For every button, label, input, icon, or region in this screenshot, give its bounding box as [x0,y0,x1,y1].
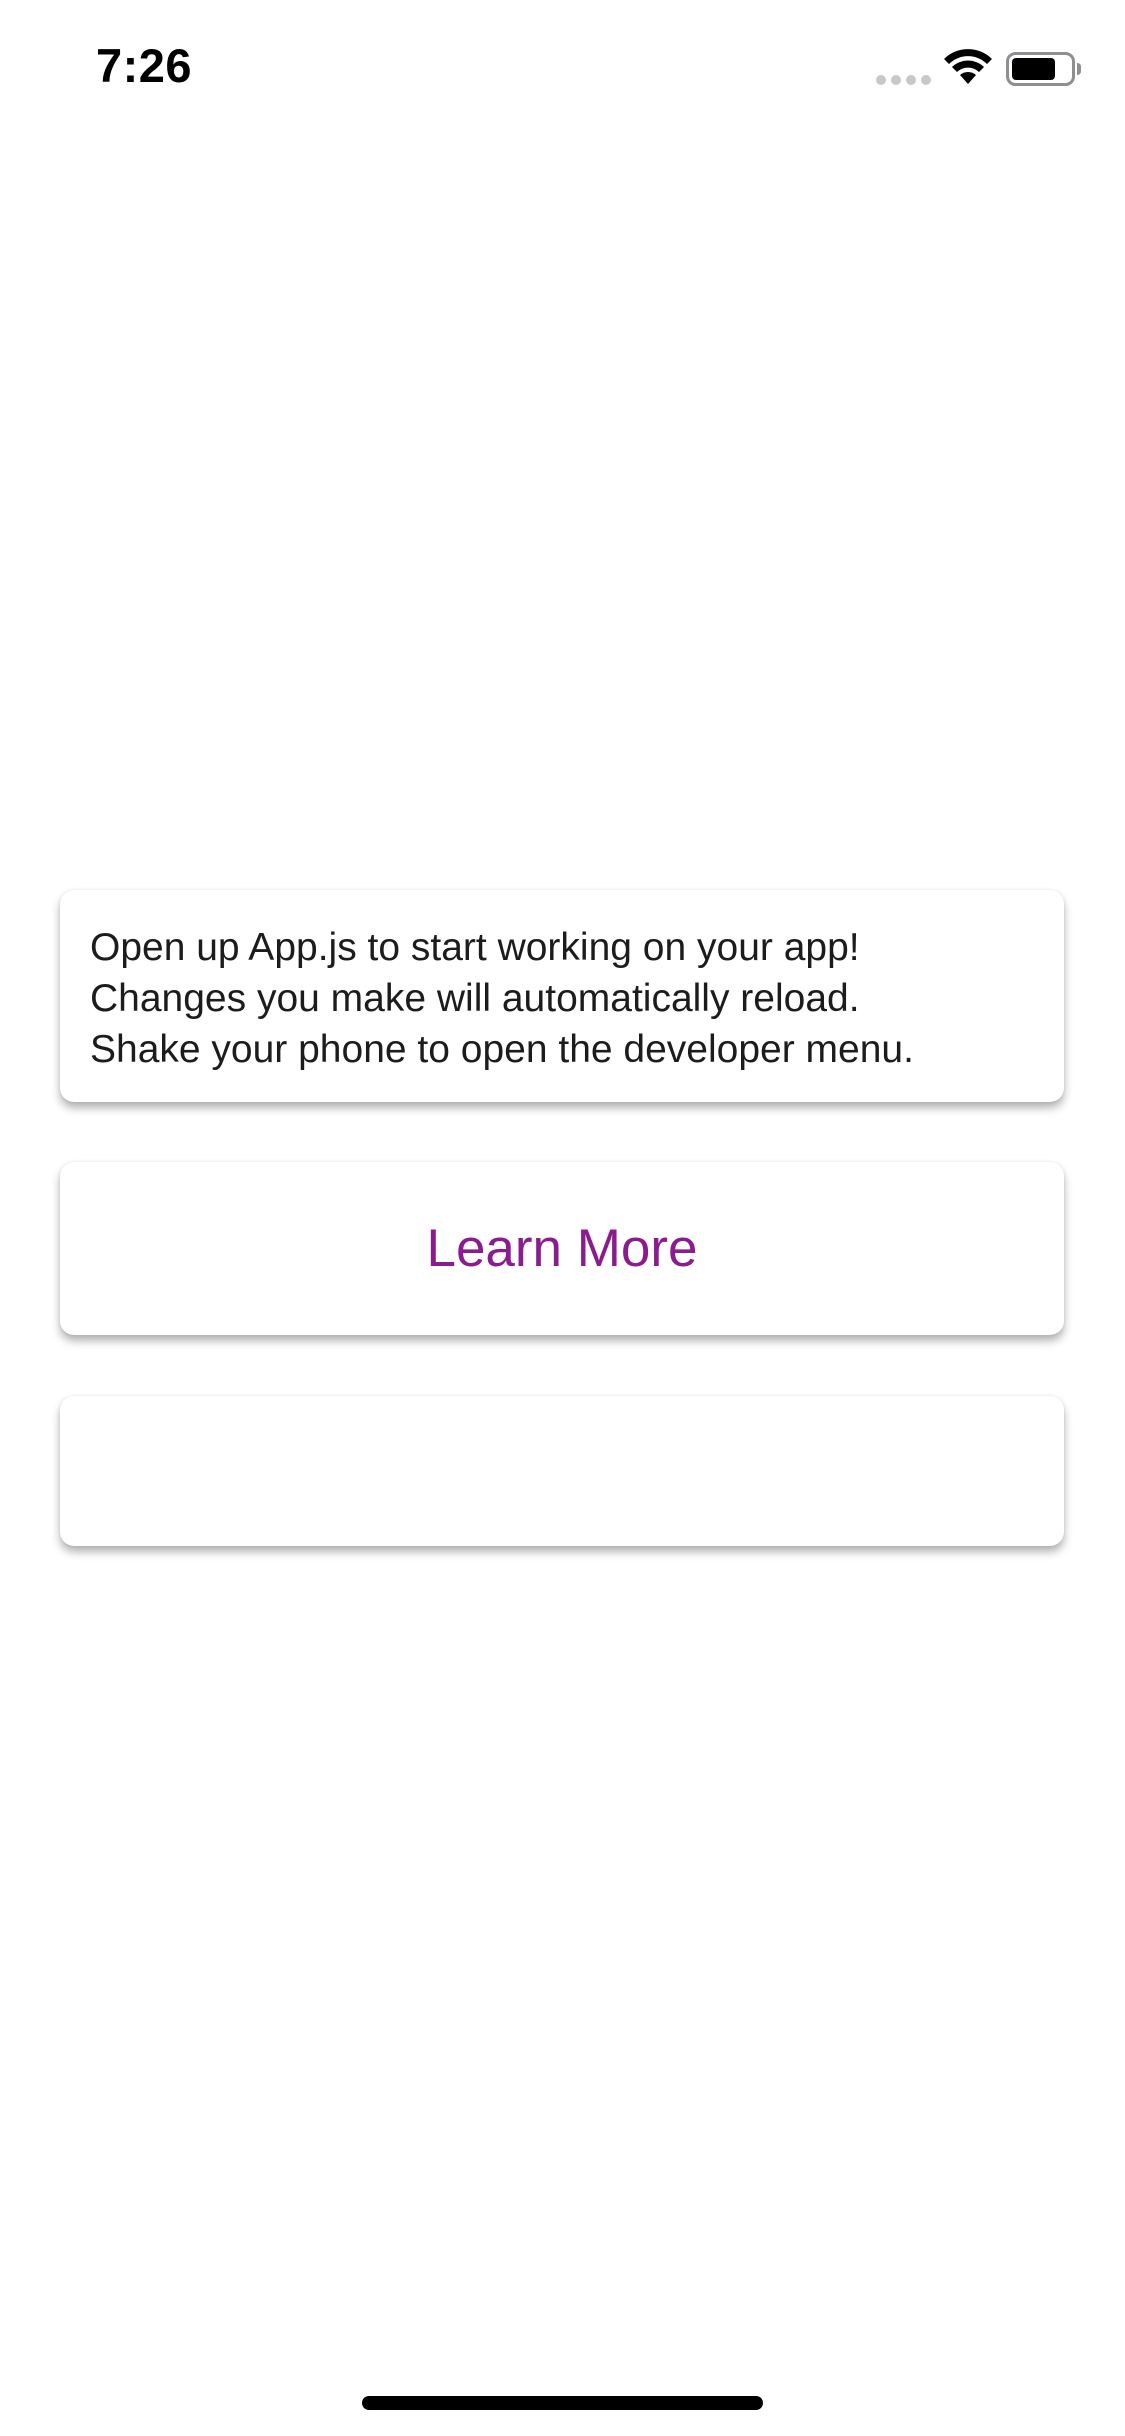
learn-more-button[interactable]: Learn More [60,1162,1064,1335]
learn-more-label: Learn More [426,1219,698,1278]
status-bar: 7:26 [0,0,1125,130]
home-indicator[interactable] [362,2396,763,2410]
info-text-line: Changes you make will automatically relo… [90,977,860,1020]
info-text-line: Shake your phone to open the developer m… [90,1028,914,1071]
info-text-line: Open up App.js to start working on your … [90,926,860,969]
signal-icon [876,75,931,85]
info-card: Open up App.js to start working on your … [60,890,1064,1102]
battery-icon [1006,52,1081,86]
empty-card [60,1396,1064,1546]
wifi-icon [944,49,992,84]
status-time: 7:26 [96,39,193,92]
